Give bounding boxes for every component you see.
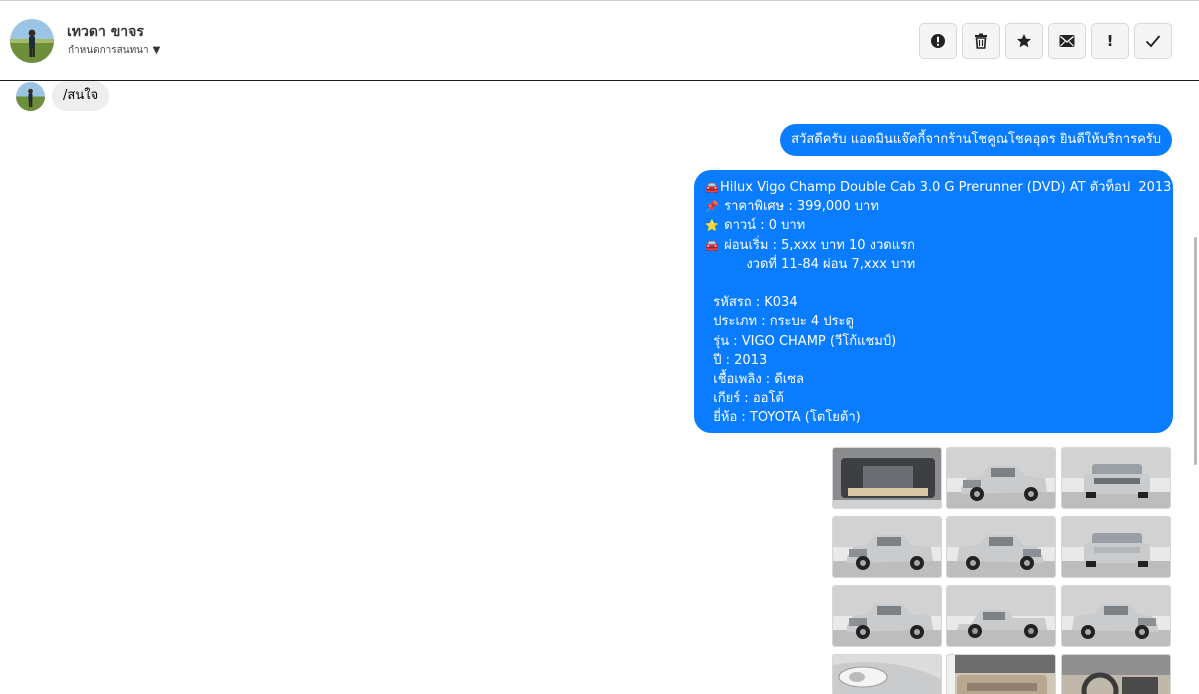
mark-spam-button[interactable]: [919, 23, 957, 59]
label-dropdown-text: กำหนดการสนทนา: [68, 45, 149, 56]
contact-avatar[interactable]: [10, 19, 54, 63]
car-emoji-icon: 🚘: [705, 181, 719, 194]
alert-circle-icon: [930, 33, 946, 49]
scrollbar-thumb[interactable]: [1194, 237, 1197, 465]
mark-unread-button[interactable]: [1048, 23, 1086, 59]
sender-avatar: [16, 82, 45, 111]
detail-line: ประเภท : กระบะ 4 ประตู: [705, 314, 854, 330]
outgoing-car-details-message: 🚘Hilux Vigo Champ Double Cab 3.0 G Preru…: [694, 170, 1173, 433]
photo-thumbnail[interactable]: [946, 447, 1056, 509]
detail-line: ยี่ห้อ : TOYOTA (โตโยต้า): [705, 410, 861, 426]
conversation-label-dropdown[interactable]: กำหนดการสนทนา ▼: [68, 43, 160, 58]
detail-line: รุ่น : VIGO CHAMP (วีโก้แชมป์): [705, 333, 897, 349]
photo-thumbnail[interactable]: [946, 585, 1056, 647]
check-icon: [1145, 34, 1161, 48]
star-button[interactable]: [1005, 23, 1043, 59]
detail-line: 🚘Hilux Vigo Champ Double Cab 3.0 G Preru…: [705, 178, 1171, 197]
conversation-toolbar: !: [919, 23, 1172, 59]
detail-line: เชื้อเพลิง : ดีเซล: [705, 371, 804, 387]
star-emoji-icon: ⭐: [705, 219, 719, 233]
incoming-message: /สนใจ: [52, 81, 110, 111]
detail-line: 🚘 ผ่อนเริ่ม : 5,xxx บาท 10 งวดแรก: [705, 236, 1162, 255]
delete-button[interactable]: [962, 23, 1000, 59]
exclamation-icon: !: [1106, 32, 1114, 50]
car-emoji-icon: 🚘: [705, 238, 719, 252]
detail-line: เกียร์ : ออโต้: [705, 391, 784, 407]
photo-thumbnail[interactable]: [832, 654, 942, 694]
detail-line: ⭐ ดาวน์ : 0 บาท: [705, 216, 1162, 235]
mail-icon: [1059, 34, 1075, 48]
conversation-header: เทวดา ขาจร กำหนดการสนทนา ▼ !: [0, 0, 1199, 81]
message-thread: /สนใจ สวัสดีครับ แอดมินแจ๊คกี้จากร้านโชค…: [0, 81, 1199, 694]
detail-line: 📌 ราคาพิเศษ : 399,000 บาท: [705, 197, 1162, 216]
star-icon: [1016, 33, 1032, 49]
photo-thumbnail[interactable]: [1061, 447, 1171, 509]
follow-up-button[interactable]: !: [1091, 23, 1129, 59]
photo-thumbnail[interactable]: [832, 585, 942, 647]
photo-thumbnail[interactable]: [1061, 516, 1171, 578]
trash-icon: [974, 33, 988, 49]
detail-line: งวดที่ 11-84 ผ่อน 7,xxx บาท: [705, 256, 916, 272]
messenger-window: เทวดา ขาจร กำหนดการสนทนา ▼ ! /สนใจ สวัสด…: [0, 0, 1199, 694]
photo-thumbnail[interactable]: [946, 516, 1056, 578]
caret-down-icon: ▼: [152, 45, 161, 56]
outgoing-greeting-message: สวัสดีครับ แอดมินแจ๊คกี้จากร้านโชคูณโชคอ…: [780, 124, 1172, 156]
detail-line: ปี : 2013: [705, 352, 768, 368]
contact-name: เทวดา ขาจร: [67, 24, 144, 40]
photo-thumbnail[interactable]: [1061, 585, 1171, 647]
photo-thumbnail[interactable]: [946, 654, 1056, 694]
detail-line: [705, 274, 1162, 293]
photo-thumbnail[interactable]: [1061, 654, 1171, 694]
photo-thumbnail[interactable]: [832, 447, 942, 509]
mark-done-button[interactable]: [1134, 23, 1172, 59]
detail-line: รหัสรถ : K034: [705, 295, 798, 311]
photo-thumbnail[interactable]: [832, 516, 942, 578]
pin-emoji-icon: 📌: [705, 200, 719, 214]
